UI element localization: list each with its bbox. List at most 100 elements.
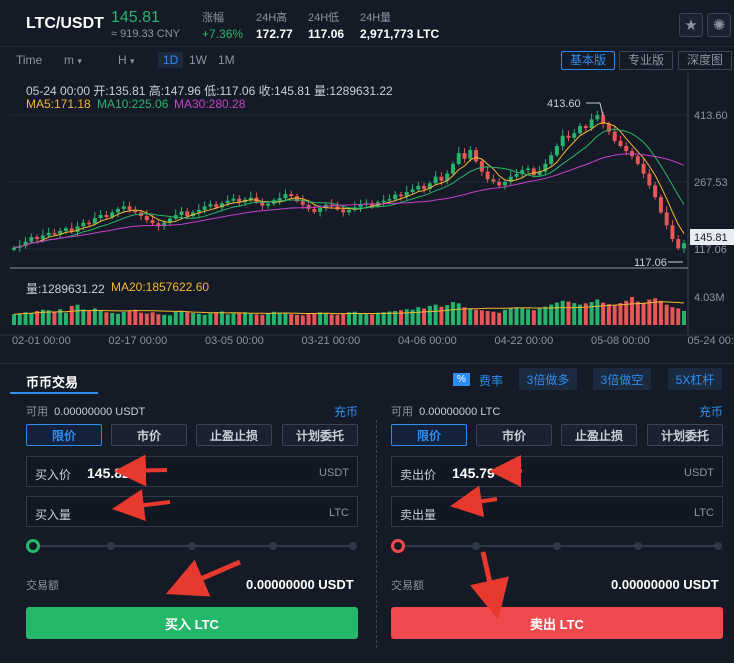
interval-1m[interactable]: 1M bbox=[218, 53, 235, 67]
sell-type-plan[interactable]: 计划委托 bbox=[647, 424, 723, 446]
candle bbox=[502, 181, 507, 186]
x-tick: 03-05 00:00 bbox=[205, 335, 264, 347]
candle bbox=[46, 232, 51, 236]
fee-link[interactable]: 费率 bbox=[479, 372, 503, 389]
candle bbox=[29, 237, 34, 242]
candle bbox=[214, 204, 219, 208]
sell-amount-label: 卖出量 bbox=[400, 508, 437, 522]
candle bbox=[439, 176, 444, 181]
volume-bar bbox=[300, 315, 305, 325]
candle bbox=[358, 204, 363, 208]
buy-price-field[interactable]: 买入价 145.82 USDT bbox=[26, 456, 358, 487]
basic-view-button[interactable]: 基本版 bbox=[561, 51, 616, 70]
pair-title[interactable]: LTC/USDT bbox=[26, 15, 104, 33]
volume-bar bbox=[427, 305, 432, 325]
change-value: +7.36% bbox=[202, 27, 244, 41]
volume-bar bbox=[491, 311, 496, 325]
volume-bar bbox=[364, 313, 369, 325]
sell-slider-dot[interactable] bbox=[714, 542, 722, 550]
volume-bar bbox=[543, 306, 548, 325]
volume-bar bbox=[682, 311, 686, 325]
leverage-5x-button[interactable]: 5X杠杆 bbox=[668, 368, 722, 390]
volume-bar bbox=[335, 314, 340, 325]
vol-tick: 4.03M bbox=[694, 292, 725, 304]
volume-bar bbox=[23, 312, 28, 325]
buy-type-market[interactable]: 市价 bbox=[111, 424, 187, 446]
sun-icon[interactable]: ✺ bbox=[707, 13, 731, 37]
volume-bar bbox=[526, 309, 531, 325]
kline-chart[interactable]: 413.60 117.06 413.60 267.53 117.06 145.8… bbox=[0, 73, 734, 363]
buy-amount-field[interactable]: 买入量 LTC bbox=[26, 496, 358, 527]
volume-bar bbox=[416, 307, 421, 325]
buy-price-input[interactable]: 145.82 bbox=[87, 465, 130, 481]
sell-deposit-link[interactable]: 充币 bbox=[699, 403, 723, 420]
x-tick: 05-24 00:00 bbox=[688, 335, 734, 347]
pro-view-button[interactable]: 专业版 bbox=[619, 51, 674, 70]
candle bbox=[312, 208, 317, 212]
interval-time[interactable]: Time bbox=[16, 53, 42, 67]
ma5-line bbox=[13, 121, 685, 249]
ma-lines bbox=[13, 121, 685, 249]
sell-type-limit[interactable]: 限价 bbox=[391, 424, 467, 446]
sell-amount-unit: LTC bbox=[694, 507, 714, 519]
candle bbox=[104, 215, 109, 218]
candle bbox=[127, 206, 132, 210]
buy-type-limit[interactable]: 限价 bbox=[26, 424, 102, 446]
last-price: 145.81 bbox=[111, 9, 160, 26]
ma30-line bbox=[13, 153, 685, 249]
buy-type-stop[interactable]: 止盈止损 bbox=[196, 424, 272, 446]
tab-spot[interactable]: 币币交易 bbox=[26, 372, 78, 391]
volume-bar bbox=[277, 312, 282, 325]
sell-submit-button[interactable]: 卖出 LTC bbox=[391, 607, 723, 639]
sell-amount-field[interactable]: 卖出量 LTC bbox=[391, 496, 723, 527]
sell-type-market[interactable]: 市价 bbox=[476, 424, 552, 446]
volume-bar bbox=[635, 301, 640, 325]
volume-bar bbox=[468, 308, 473, 325]
sell-price-input[interactable]: 145.79 bbox=[452, 465, 495, 481]
sell-slider-dot[interactable] bbox=[634, 542, 642, 550]
volume-bar bbox=[502, 309, 507, 325]
short-3x-button[interactable]: 3倍做空 bbox=[593, 368, 651, 390]
buy-slider-dot[interactable] bbox=[107, 542, 115, 550]
depth-view-button[interactable]: 深度图 bbox=[678, 51, 733, 70]
volume-bar bbox=[422, 308, 427, 325]
sell-slider-dot[interactable] bbox=[472, 542, 480, 550]
candle bbox=[231, 198, 236, 201]
buy-amount-label: 买入量 bbox=[35, 508, 72, 522]
interval-minute[interactable]: m ▾ bbox=[64, 53, 82, 67]
interval-1w[interactable]: 1W bbox=[189, 53, 207, 67]
buy-deposit-link[interactable]: 充币 bbox=[334, 403, 358, 420]
interval-1d[interactable]: 1D bbox=[158, 52, 184, 68]
kline-svg[interactable]: 413.60 117.06 413.60 267.53 117.06 145.8… bbox=[0, 73, 734, 363]
volume-bar bbox=[474, 309, 479, 325]
star-icon[interactable]: ★ bbox=[679, 13, 703, 37]
candle bbox=[422, 185, 427, 189]
candle bbox=[12, 247, 16, 250]
long-3x-button[interactable]: 3倍做多 bbox=[519, 368, 577, 390]
interval-hour[interactable]: H ▾ bbox=[118, 53, 135, 67]
buy-slider-dot[interactable] bbox=[188, 542, 196, 550]
sell-type-stop[interactable]: 止盈止损 bbox=[561, 424, 637, 446]
vol-label: 24H量 bbox=[360, 12, 392, 24]
candle bbox=[393, 194, 398, 200]
sell-slider-dot[interactable] bbox=[553, 542, 561, 550]
volume-bar bbox=[29, 313, 34, 325]
candle bbox=[318, 207, 323, 212]
candle bbox=[81, 222, 86, 227]
buy-submit-button[interactable]: 买入 LTC bbox=[26, 607, 358, 639]
buy-price-unit: USDT bbox=[319, 467, 349, 479]
sell-total-value: 0.00000000 USDT bbox=[611, 577, 719, 592]
x-tick: 05-08 00:00 bbox=[591, 335, 650, 347]
volume-bar bbox=[133, 309, 138, 325]
volume-bar bbox=[243, 312, 248, 325]
buy-slider-dot[interactable] bbox=[269, 542, 277, 550]
y-tick: 413.60 bbox=[694, 110, 728, 122]
volume-bar bbox=[341, 313, 346, 325]
buy-type-plan[interactable]: 计划委托 bbox=[282, 424, 358, 446]
candle bbox=[456, 153, 461, 164]
buy-slider-handle[interactable] bbox=[26, 539, 40, 553]
volume-bar bbox=[115, 313, 120, 325]
sell-slider-handle[interactable] bbox=[391, 539, 405, 553]
sell-price-field[interactable]: 卖出价 145.79 USDT bbox=[391, 456, 723, 487]
buy-slider-dot[interactable] bbox=[349, 542, 357, 550]
